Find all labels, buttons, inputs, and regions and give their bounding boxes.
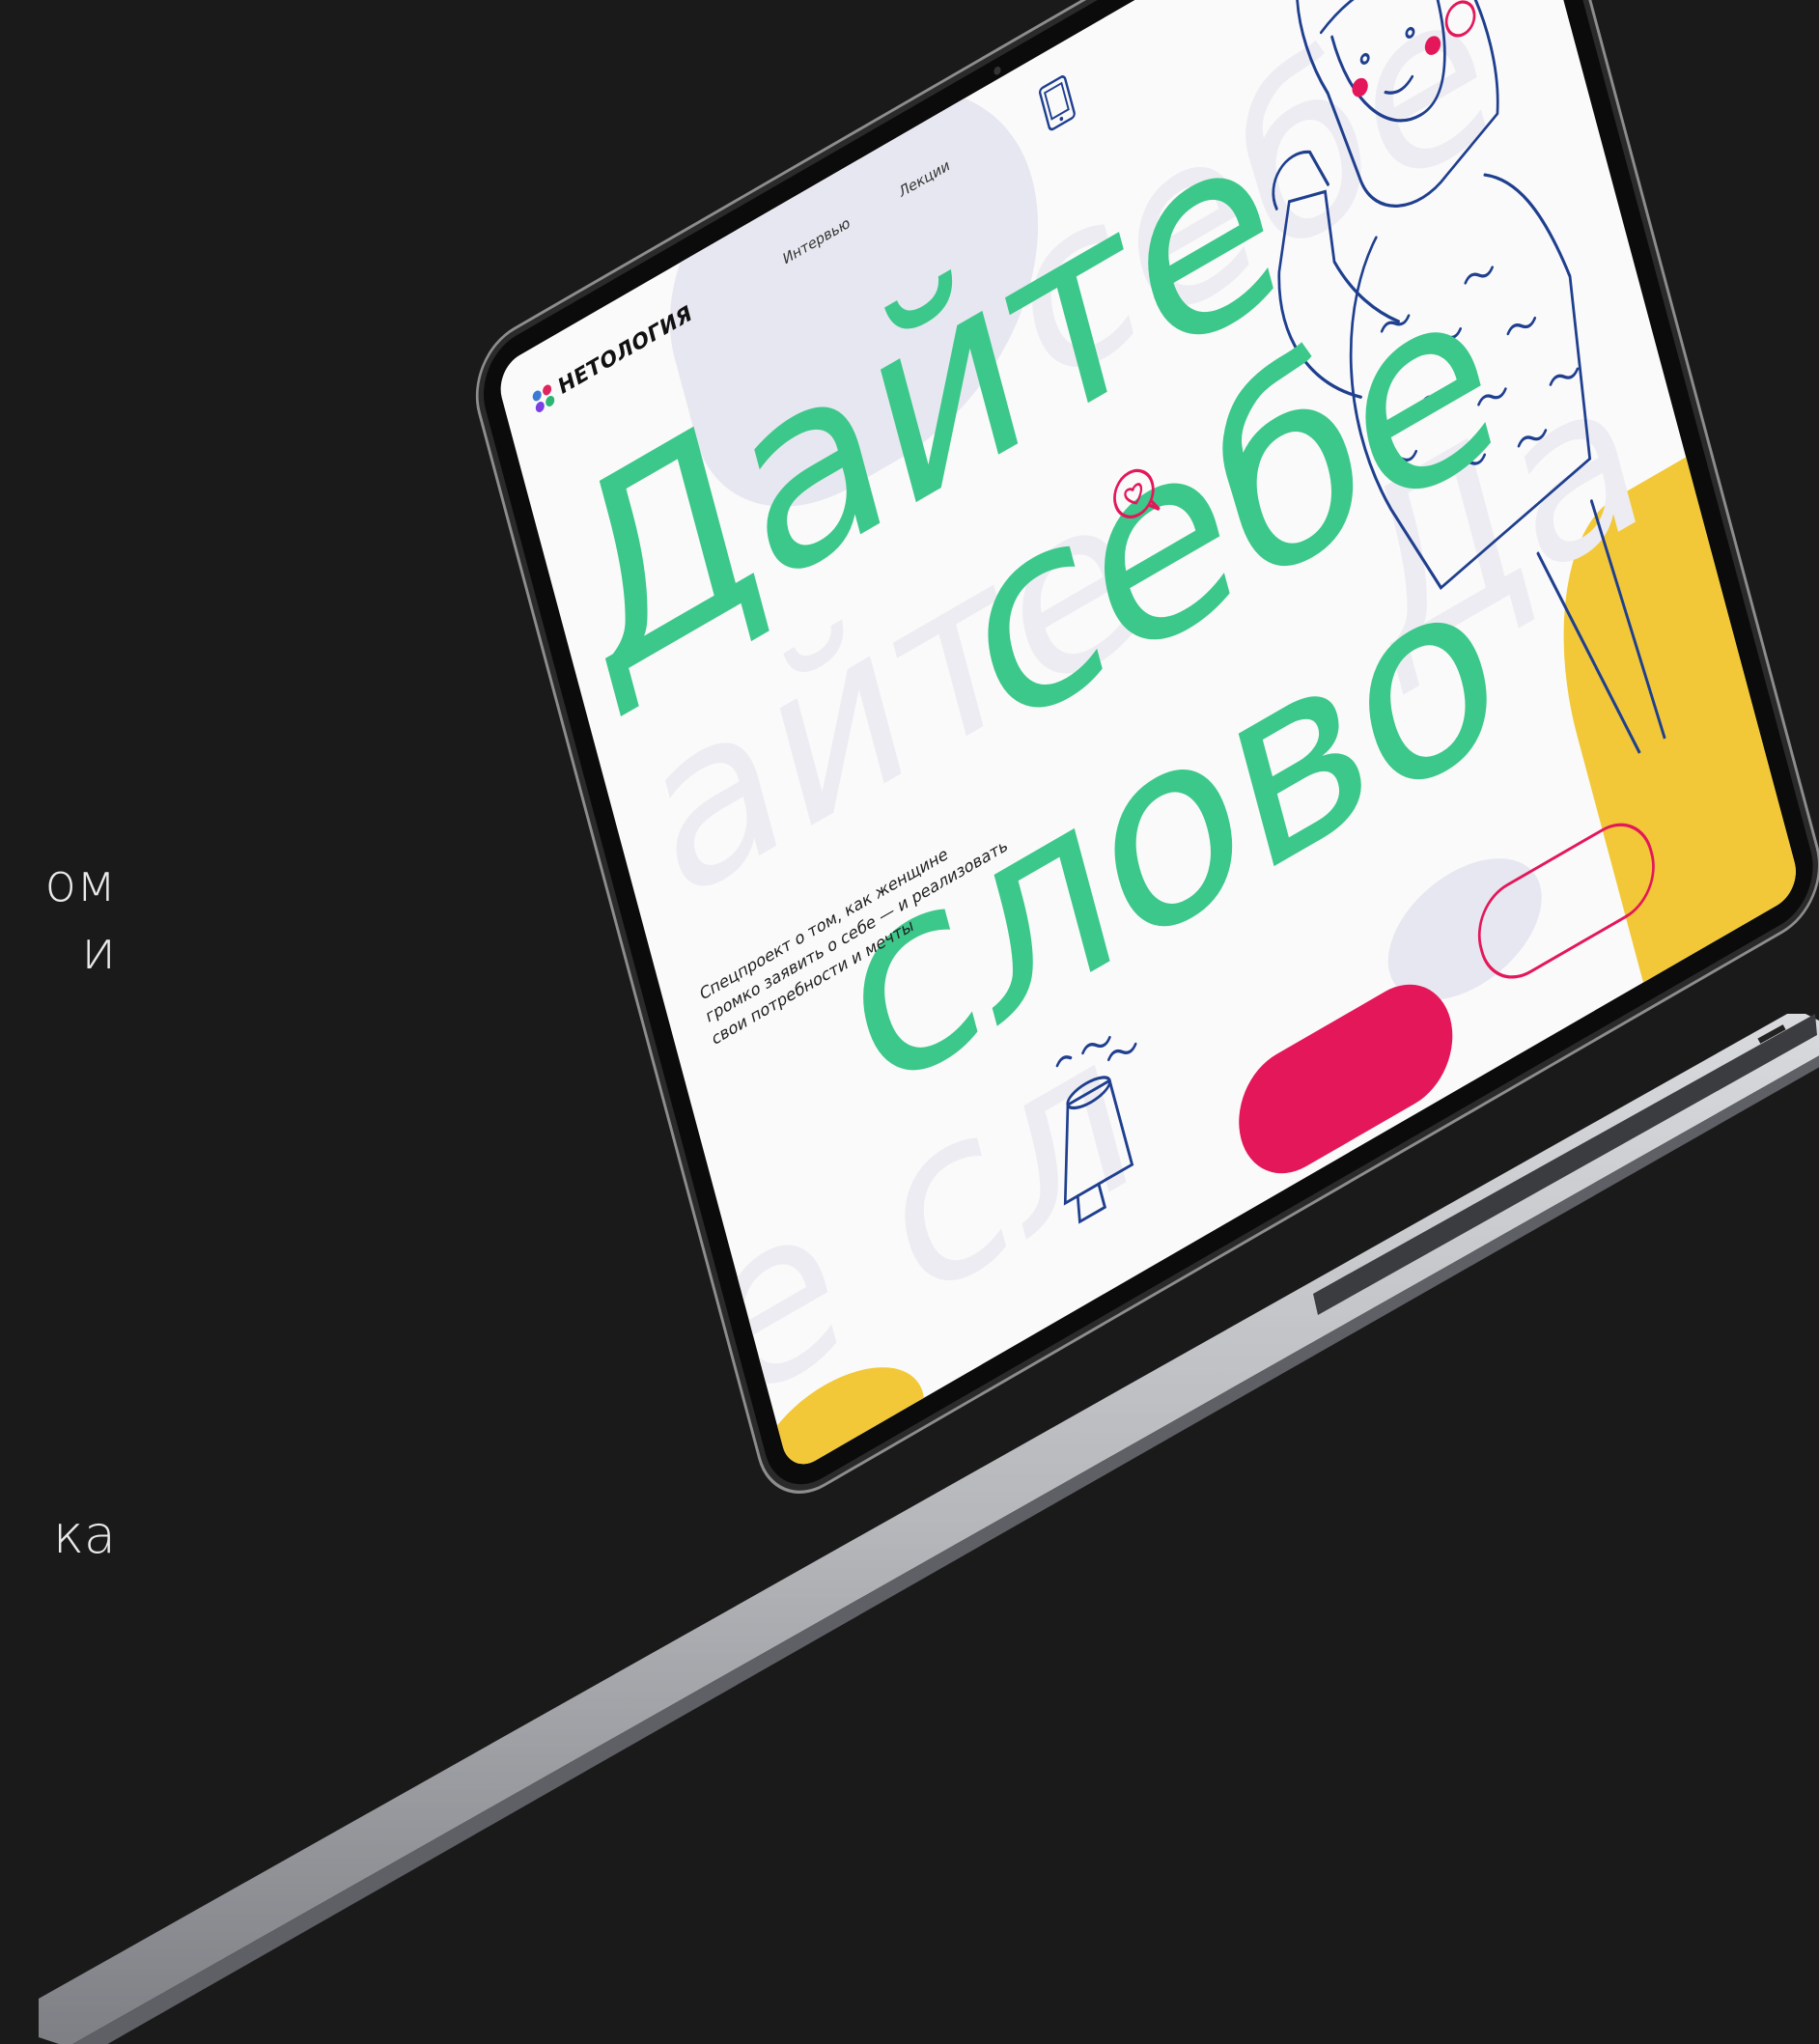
phone-icon[interactable]: [1037, 72, 1077, 133]
laptop-display: себе айте е сл Да НЕТОЛОГИЯ Интервью Лек…: [472, 0, 1819, 1503]
logo-mark-icon: [531, 382, 556, 414]
cropped-text-line: ом: [44, 853, 116, 913]
website-screen: себе айте е сл Да НЕТОЛОГИЯ Интервью Лек…: [494, 0, 1803, 1475]
cropped-text-line: ка: [52, 1504, 116, 1565]
cropped-text-line: и: [81, 920, 116, 981]
cropped-text-block-bottom: ка: [0, 1501, 116, 1569]
cropped-text-block-top: ом и: [0, 850, 116, 985]
